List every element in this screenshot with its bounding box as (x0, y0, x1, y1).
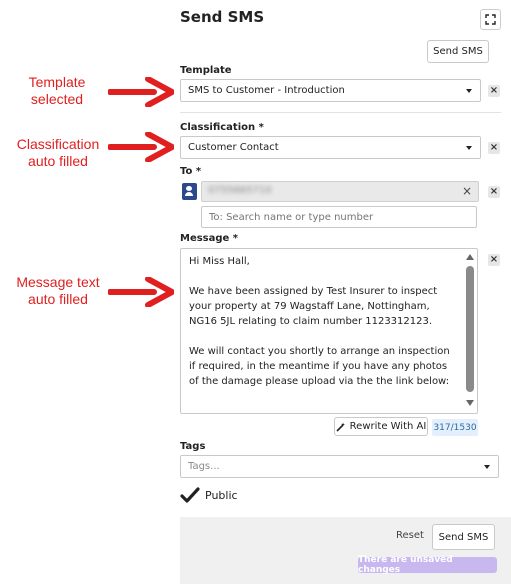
expand-icon (485, 14, 496, 25)
contact-book-icon[interactable] (182, 183, 197, 200)
annotation-message: Message text auto filled (8, 274, 108, 308)
annotation-classification: Classification auto filled (6, 136, 110, 170)
chevron-down-icon (466, 145, 472, 150)
template-select[interactable]: SMS to Customer - Introduction (180, 79, 481, 102)
annotation-classification-text: Classification auto filled (16, 136, 100, 169)
classification-value: Customer Contact (188, 142, 279, 153)
scrollbar-thumb[interactable] (466, 266, 474, 392)
arrow-icon (108, 132, 174, 162)
message-paragraph: Hi Miss Hall, (189, 256, 250, 267)
arrow-icon (108, 77, 174, 107)
annotation-message-text: Message text auto filled (16, 274, 100, 307)
tags-select[interactable]: Tags... (180, 455, 499, 478)
classification-label: Classification * (180, 122, 264, 133)
template-value: SMS to Customer - Introduction (188, 85, 345, 96)
public-label: Public (205, 489, 238, 502)
recipient-clear-icon[interactable]: × (488, 186, 500, 198)
chevron-down-icon (484, 464, 490, 469)
reset-button[interactable]: Reset (396, 530, 424, 541)
recipient-search-input[interactable] (201, 206, 477, 228)
message-paragraph: We have been assigned by Test Insurer to… (189, 286, 438, 327)
classification-select[interactable]: Customer Contact (180, 136, 481, 159)
message-label: Message * (180, 233, 239, 244)
public-checkbox[interactable] (180, 487, 200, 505)
annotation-template: Template selected (14, 74, 100, 108)
magic-wand-icon (336, 422, 345, 432)
template-clear-icon[interactable]: × (488, 85, 500, 97)
recipient-remove-icon[interactable]: × (462, 184, 472, 198)
tags-placeholder: Tags... (188, 461, 220, 472)
recipient-number: 0755665710 (208, 185, 272, 196)
template-label: Template (180, 65, 232, 76)
expand-button[interactable] (480, 9, 501, 30)
checkmark-icon (180, 487, 200, 503)
send-sms-button[interactable]: Send SMS (432, 524, 495, 550)
char-counter: 317/1530 (432, 419, 478, 436)
message-textarea[interactable]: Hi Miss Hall, We have been assigned by T… (180, 248, 478, 414)
scroll-up-icon[interactable] (466, 254, 474, 260)
unsaved-changes-badge: There are unsaved changes (358, 555, 497, 575)
send-sms-top-button[interactable]: Send SMS (427, 40, 489, 63)
rewrite-with-ai-button[interactable]: Rewrite With AI (334, 417, 428, 436)
message-clear-icon[interactable]: × (488, 254, 500, 266)
arrow-icon (108, 277, 174, 307)
divider (180, 112, 501, 113)
recipient-field[interactable]: 0755665710 × (201, 181, 479, 202)
to-label: To * (180, 166, 202, 177)
message-scrollbar[interactable] (464, 252, 476, 412)
chevron-down-icon (466, 88, 472, 93)
annotation-template-text: Template selected (28, 74, 86, 107)
scroll-down-icon[interactable] (466, 400, 474, 406)
message-paragraph: We will contact you shortly to arrange a… (189, 346, 450, 387)
classification-clear-icon[interactable]: × (488, 142, 500, 154)
rewrite-with-ai-label: Rewrite With AI (349, 421, 427, 432)
panel-title: Send SMS (180, 8, 265, 26)
tags-label: Tags (180, 441, 206, 452)
